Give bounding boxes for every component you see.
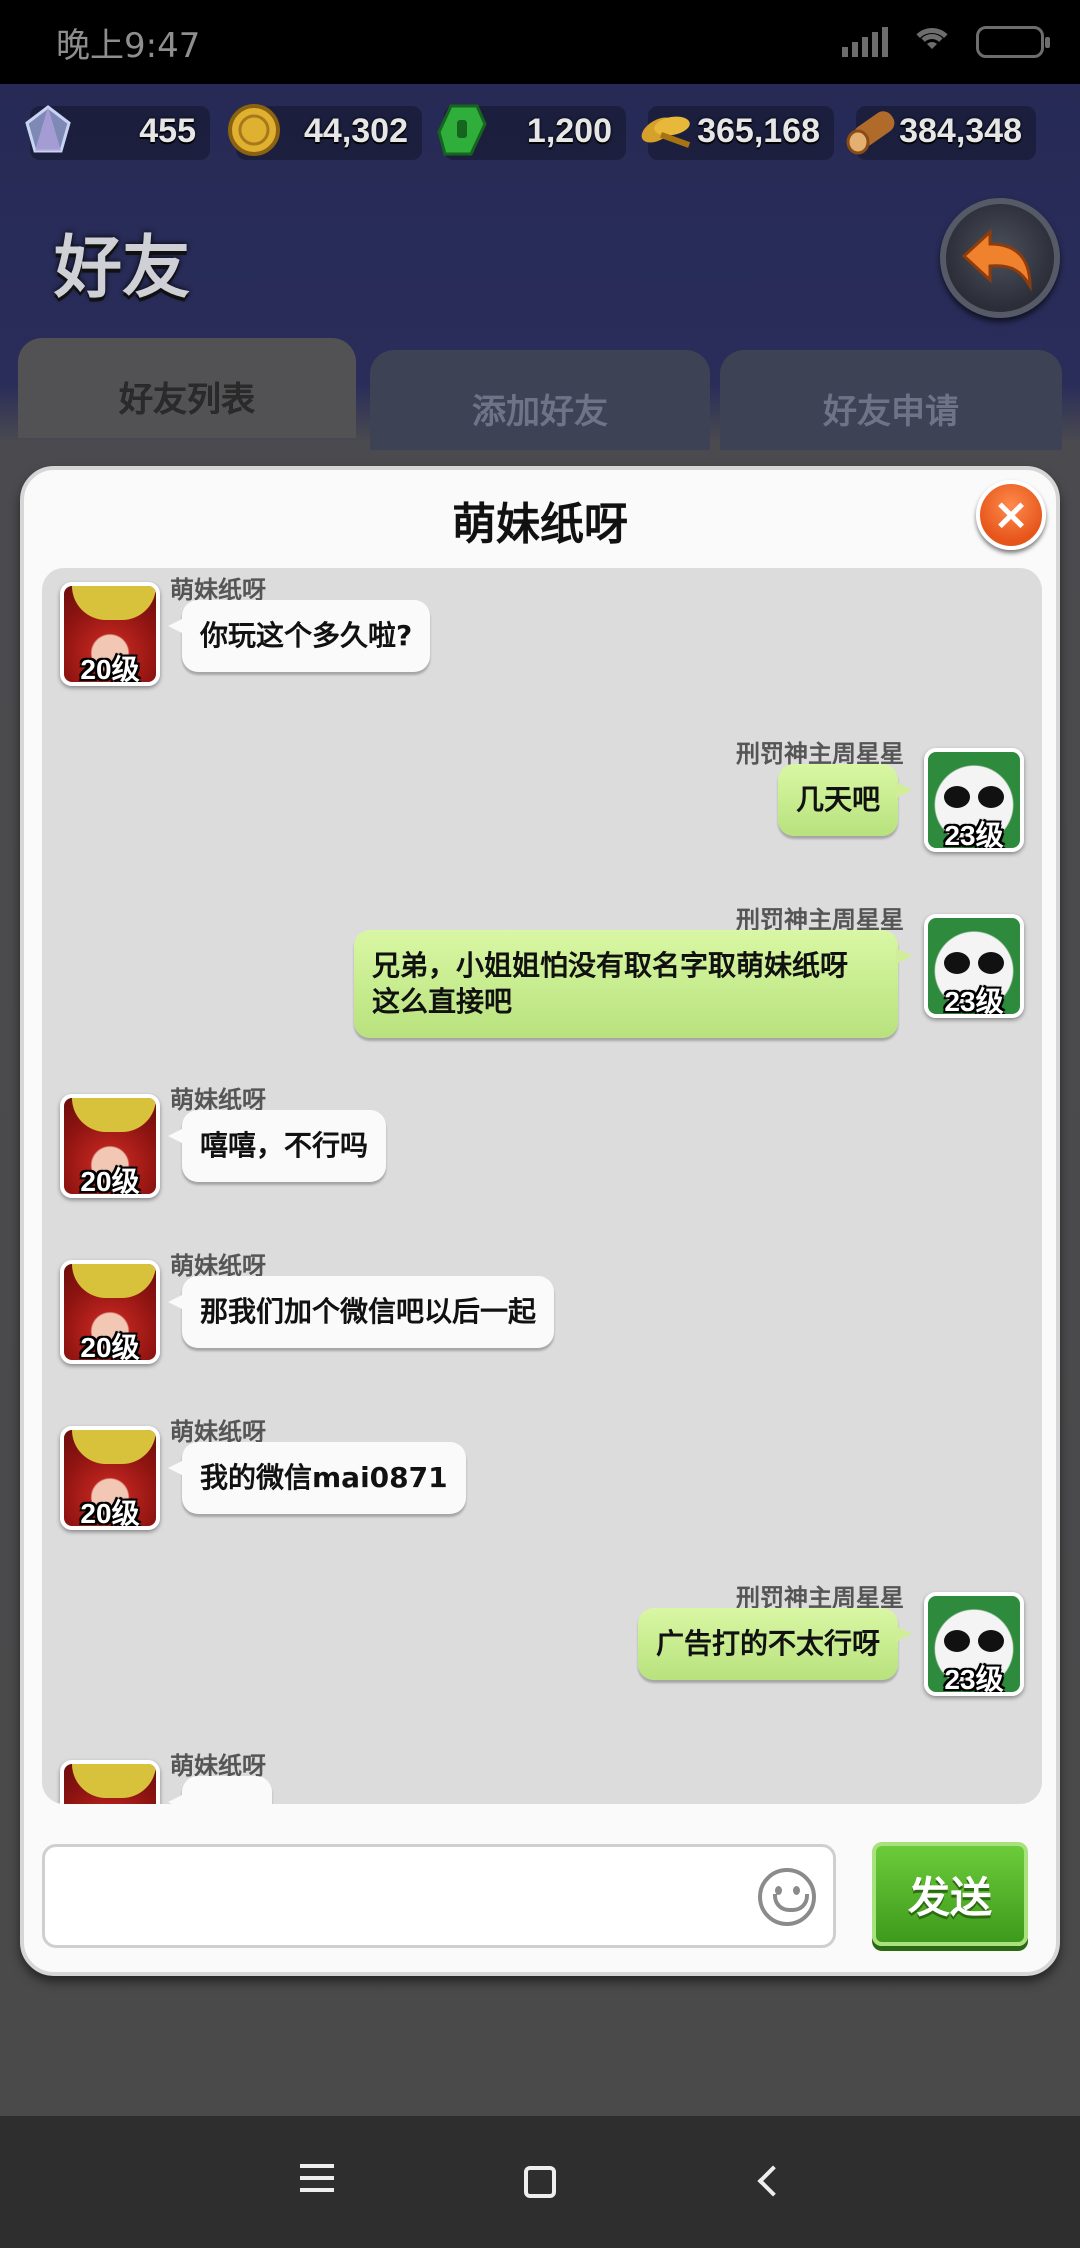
level-badge: 23级 bbox=[944, 820, 1004, 851]
wheat-icon bbox=[634, 98, 698, 162]
input-row: 发送 bbox=[42, 1842, 1042, 1954]
close-button[interactable]: × bbox=[976, 480, 1046, 550]
chat-dialog: 萌妹纸呀 × 20级 萌妹纸呀 你玩这个多久啦? 刑罚神主周星星 几天吧 23级… bbox=[20, 466, 1060, 1976]
message-bubble: 那我们加个微信吧以后一起 bbox=[167, 1276, 555, 1348]
resource-token: 1,200 bbox=[437, 104, 626, 160]
chat-messages[interactable]: 20级 萌妹纸呀 你玩这个多久啦? 刑罚神主周星星 几天吧 23级 刑罚神主周星… bbox=[42, 568, 1042, 1804]
gem-icon bbox=[16, 98, 80, 162]
send-button[interactable]: 发送 bbox=[872, 1842, 1028, 1946]
message-item: 20级 萌妹纸呀 嘻嘻，不行吗 bbox=[42, 1080, 1042, 1200]
dialog-title: 萌妹纸呀 bbox=[452, 499, 628, 550]
message-item: 刑罚神主周星星 兄弟，小姐姐怕没有取名字取萌妹纸呀 这么直接吧 23级 bbox=[42, 900, 1042, 1040]
avatar-girl[interactable]: 20级 bbox=[60, 1260, 160, 1364]
avatar-panda[interactable]: 23级 bbox=[924, 1592, 1024, 1696]
home-icon[interactable] bbox=[512, 2156, 568, 2208]
coin-icon bbox=[222, 98, 286, 162]
level-badge: 20级 bbox=[80, 1166, 140, 1197]
message-bubble bbox=[168, 1776, 272, 1804]
emoji-icon[interactable] bbox=[758, 1868, 816, 1926]
resource-wood: 384,348 bbox=[846, 106, 1036, 160]
menu-icon[interactable] bbox=[290, 2156, 346, 2208]
avatar-girl[interactable]: 20级 bbox=[60, 582, 160, 686]
signal-icon bbox=[842, 27, 888, 57]
level-badge: 20级 bbox=[80, 654, 140, 685]
token-icon bbox=[430, 98, 494, 162]
wood-value: 384,348 bbox=[899, 112, 1022, 150]
message-input[interactable] bbox=[42, 1844, 836, 1948]
resource-bar: 455 44,302 1,200 365,168 384,348 bbox=[0, 92, 1080, 182]
tab-friend-list-label: 好友列表 bbox=[119, 380, 255, 420]
status-time: 晚上9:47 bbox=[56, 26, 201, 66]
tab-add-friend[interactable]: 添加好友 bbox=[370, 350, 710, 450]
message-bubble: 我的微信mai0871 bbox=[168, 1442, 466, 1514]
avatar-panda[interactable]: 23级 bbox=[924, 914, 1024, 1018]
page-title: 好友 bbox=[54, 229, 191, 308]
avatar-girl[interactable] bbox=[60, 1760, 160, 1804]
battery-icon bbox=[976, 26, 1050, 58]
message-item: 20级 萌妹纸呀 我的微信mai0871 bbox=[42, 1412, 1042, 1532]
back-nav-icon[interactable] bbox=[740, 2156, 796, 2208]
resource-wheat: 365,168 bbox=[641, 106, 834, 160]
status-icons bbox=[842, 22, 1050, 62]
message-bubble: 嘻嘻，不行吗 bbox=[167, 1110, 387, 1182]
level-badge: 20级 bbox=[80, 1332, 140, 1363]
tab-add-friend-label: 添加好友 bbox=[472, 392, 608, 432]
level-badge: 23级 bbox=[944, 986, 1004, 1017]
back-button[interactable] bbox=[940, 198, 1060, 318]
message-bubble: 你玩这个多久啦? bbox=[167, 600, 431, 672]
level-badge: 20级 bbox=[80, 1498, 140, 1529]
avatar-girl[interactable]: 20级 bbox=[60, 1094, 160, 1198]
message-bubble: 几天吧 bbox=[777, 764, 913, 836]
token-value: 1,200 bbox=[526, 112, 612, 150]
wood-icon bbox=[842, 98, 906, 162]
resource-coin: 44,302 bbox=[228, 104, 422, 160]
tab-bar: 好友列表 添加好友 好友申请 bbox=[18, 338, 1062, 450]
message-bubble: 广告打的不太行呀 bbox=[637, 1608, 913, 1680]
level-badge: 23级 bbox=[944, 1664, 1004, 1695]
tab-friend-requests-label: 好友申请 bbox=[823, 392, 959, 432]
gem-value: 455 bbox=[139, 112, 196, 150]
avatar-girl[interactable]: 20级 bbox=[60, 1426, 160, 1530]
tab-friend-requests[interactable]: 好友申请 bbox=[720, 350, 1062, 450]
message-item: 20级 萌妹纸呀 你玩这个多久啦? bbox=[42, 568, 1042, 688]
back-arrow-icon bbox=[961, 228, 1032, 292]
message-item: 刑罚神主周星星 广告打的不太行呀 23级 bbox=[42, 1578, 1042, 1698]
avatar-panda[interactable]: 23级 bbox=[924, 748, 1024, 852]
wheat-value: 365,168 bbox=[697, 112, 820, 150]
message-bubble: 兄弟，小姐姐怕没有取名字取萌妹纸呀 这么直接吧 bbox=[354, 930, 912, 1038]
wifi-icon bbox=[910, 26, 954, 58]
resource-gem: 455 bbox=[25, 105, 210, 160]
status-bar: 晚上9:47 bbox=[0, 0, 1080, 84]
message-item: 萌妹纸呀 bbox=[42, 1746, 1042, 1804]
message-item: 刑罚神主周星星 几天吧 23级 bbox=[42, 734, 1042, 854]
tab-friend-list[interactable]: 好友列表 bbox=[18, 338, 356, 438]
close-icon: × bbox=[992, 489, 1030, 540]
navigation-bar bbox=[0, 2116, 1080, 2248]
message-item: 20级 萌妹纸呀 那我们加个微信吧以后一起 bbox=[42, 1246, 1042, 1366]
coin-value: 44,302 bbox=[304, 112, 408, 150]
